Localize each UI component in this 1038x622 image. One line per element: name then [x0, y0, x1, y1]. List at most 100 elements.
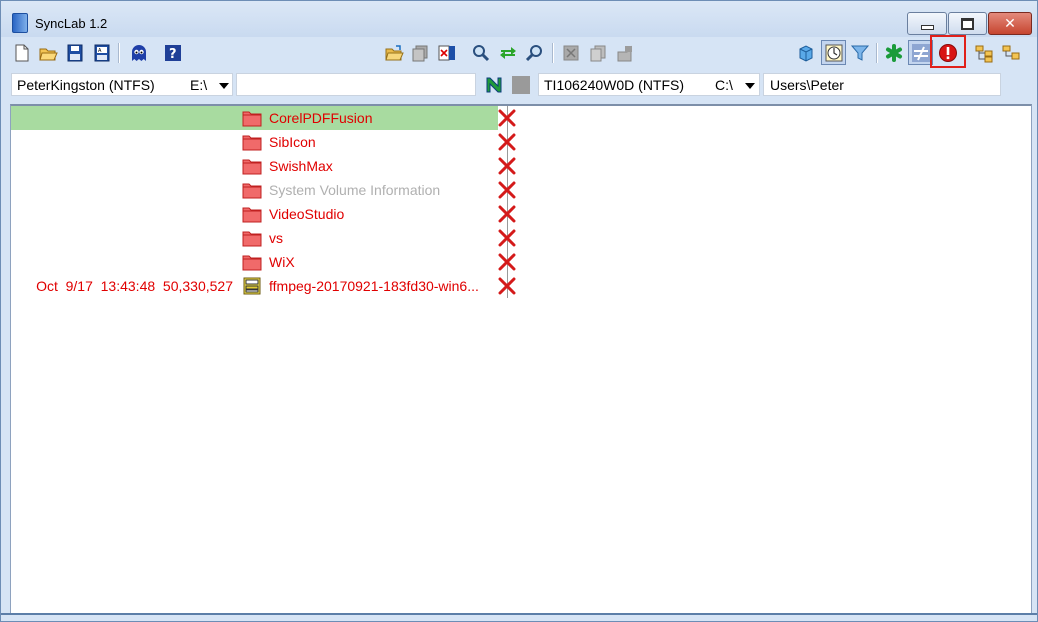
n-logo-icon: [486, 77, 502, 93]
show-all-button[interactable]: [883, 42, 905, 64]
copy-files-button[interactable]: [409, 42, 431, 64]
ghost-button[interactable]: [128, 42, 150, 64]
list-item[interactable]: VideoStudio: [11, 202, 1031, 226]
minimize-icon: [920, 25, 934, 30]
maximize-icon: [961, 17, 974, 30]
archive-icon: [242, 277, 262, 295]
right-volume-label: TI106240W0D (NTFS): [544, 77, 685, 93]
list-item[interactable]: WiX: [11, 250, 1031, 274]
compare-time-button[interactable]: [821, 40, 846, 65]
left-volume-select[interactable]: PeterKingston (NTFS) E:\: [11, 73, 233, 96]
cube-icon: [799, 45, 813, 62]
copy-disabled-icon: [590, 45, 606, 62]
clock-icon: [825, 44, 842, 61]
file-meta: Oct 9/17 13:43:48 50,330,527: [36, 278, 233, 294]
move-disabled-button: [614, 42, 636, 64]
delete-file-icon: [438, 45, 455, 61]
toolbar-separator: [552, 43, 554, 63]
new-file-icon: [15, 44, 29, 62]
find-icon: [473, 45, 490, 62]
delete-file-button[interactable]: [436, 42, 458, 64]
maximize-button[interactable]: [948, 12, 987, 35]
move-disabled-icon: [617, 45, 632, 62]
missing-x-icon[interactable]: [497, 204, 517, 224]
right-path-field[interactable]: Users\Peter: [763, 73, 1001, 96]
compare-contents-button[interactable]: [795, 42, 817, 64]
status-strip: [1, 613, 1037, 615]
help-icon: ?: [165, 45, 181, 62]
missing-x-icon[interactable]: [497, 156, 517, 176]
file-name: VideoStudio: [269, 206, 345, 222]
save-icon: [67, 44, 83, 62]
left-path-field[interactable]: [236, 73, 476, 96]
close-icon: ✕: [1004, 15, 1016, 32]
expand-tree-button[interactable]: [973, 42, 995, 64]
folder-icon: [242, 253, 262, 271]
window-title: SyncLab 1.2: [35, 16, 108, 31]
right-volume-select[interactable]: TI106240W0D (NTFS) C:\: [538, 73, 760, 96]
collapse-tree-button[interactable]: [1000, 42, 1022, 64]
folder-icon: [242, 205, 262, 223]
folder-icon: [242, 181, 262, 199]
stop-button[interactable]: [510, 74, 532, 96]
sync-button[interactable]: [497, 42, 519, 64]
missing-x-icon[interactable]: [497, 108, 517, 128]
file-list[interactable]: CorelPDFFusion SibIcon SwishMax System Volu…: [10, 104, 1032, 615]
title-bar[interactable]: SyncLab 1.2 ✕: [1, 1, 1037, 37]
path-bar: PeterKingston (NTFS) E:\ TI106240W0D (NT…: [1, 71, 1037, 101]
delete-disabled-icon: [563, 45, 579, 61]
find-button[interactable]: [470, 42, 492, 64]
delete-disabled-button: [560, 42, 582, 64]
filter-button[interactable]: [849, 42, 871, 64]
missing-x-icon[interactable]: [497, 252, 517, 272]
right-drive-label: C:\: [715, 77, 733, 93]
save-button[interactable]: [64, 42, 86, 64]
find-next-button[interactable]: [524, 42, 546, 64]
list-item[interactable]: CorelPDFFusion: [11, 106, 1031, 130]
toolbar: A ?: [1, 39, 1037, 69]
folder-icon: [242, 157, 262, 175]
copy-files-icon: [412, 45, 428, 62]
save-as-button[interactable]: A: [91, 42, 113, 64]
highlight-box: [930, 35, 966, 68]
left-volume-label: PeterKingston (NTFS): [17, 77, 155, 93]
stop-icon: [512, 76, 530, 94]
minimize-button[interactable]: [907, 12, 947, 35]
open-button[interactable]: [37, 42, 59, 64]
open-location-button[interactable]: [383, 42, 405, 64]
toolbar-separator: [876, 43, 878, 63]
open-folder-icon: [39, 48, 58, 61]
tree-expand-icon: [975, 45, 993, 63]
list-item[interactable]: Oct 9/17 13:43:48 50,330,527 ffmpeg-20170…: [11, 274, 1031, 298]
file-name: vs: [269, 230, 283, 246]
sync-arrows-icon: [500, 47, 516, 59]
help-button[interactable]: ?: [162, 42, 184, 64]
app-window: SyncLab 1.2 ✕ A ? PeterKingston (NTFS) E…: [0, 0, 1038, 622]
file-name: System Volume Information: [269, 182, 441, 198]
asterisk-icon: [886, 44, 902, 62]
find-next-icon: [525, 45, 542, 62]
missing-x-icon[interactable]: [497, 276, 517, 296]
filter-icon: [850, 45, 870, 61]
save-as-icon: A: [94, 44, 110, 62]
swap-panes-button[interactable]: [483, 74, 505, 96]
svg-text:A: A: [98, 48, 102, 54]
tree-collapse-icon: [1002, 45, 1020, 60]
folder-icon: [242, 109, 262, 127]
folder-icon: [242, 133, 262, 151]
list-item[interactable]: System Volume Information: [11, 178, 1031, 202]
close-button[interactable]: ✕: [988, 12, 1032, 35]
list-item[interactable]: SwishMax: [11, 154, 1031, 178]
list-item[interactable]: SibIcon: [11, 130, 1031, 154]
file-name: ffmpeg-20170921-183fd30-win6...: [269, 278, 479, 294]
folder-icon: [242, 229, 262, 247]
missing-x-icon[interactable]: [497, 132, 517, 152]
missing-x-icon[interactable]: [497, 180, 517, 200]
toolbar-separator: [118, 43, 120, 63]
app-icon: [12, 13, 28, 33]
missing-x-icon[interactable]: [497, 228, 517, 248]
new-file-button[interactable]: [11, 42, 33, 64]
chevron-down-icon: [745, 83, 755, 89]
list-item[interactable]: vs: [11, 226, 1031, 250]
folder-open-icon: [385, 45, 404, 61]
